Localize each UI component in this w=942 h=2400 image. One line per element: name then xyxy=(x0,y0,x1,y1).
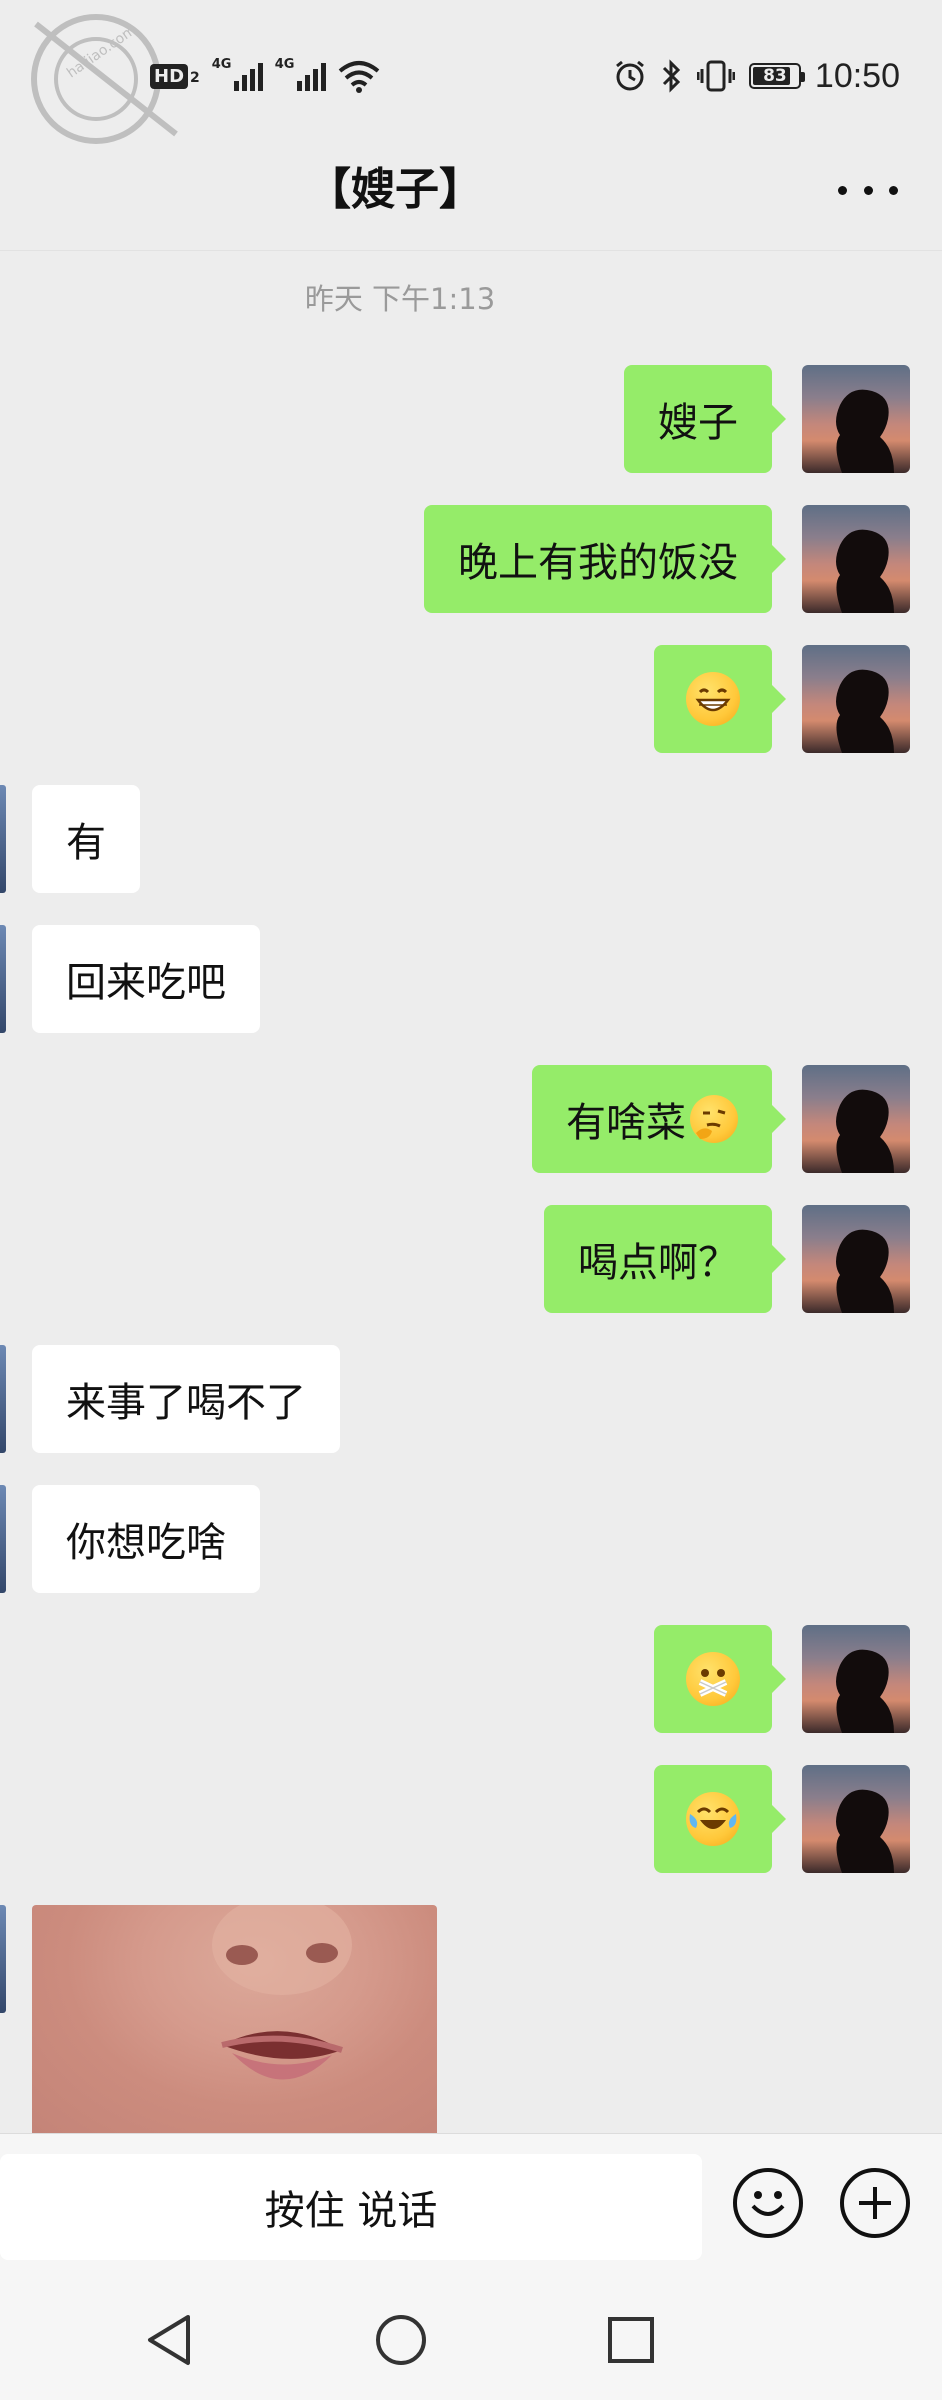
system-nav-bar xyxy=(0,2263,942,2400)
contact-avatar[interactable] xyxy=(0,1345,6,1453)
outgoing-message-bubble[interactable]: 有啥菜 xyxy=(532,1065,786,1173)
contact-avatar[interactable] xyxy=(0,1905,6,2013)
circle-home-icon[interactable] xyxy=(374,2313,428,2367)
chat-header: 【嫂子】 xyxy=(0,150,942,251)
hd-label: HD xyxy=(150,63,189,89)
message-row: 晚上有我的饭没 xyxy=(0,505,942,613)
incoming-message-bubble[interactable]: 你想吃啥 xyxy=(32,1485,260,1593)
zipper-mouth-emoji-icon xyxy=(686,1652,740,1706)
incoming-message-bubble[interactable]: 有 xyxy=(32,785,140,893)
more-dots-icon xyxy=(838,185,847,195)
message-row xyxy=(0,645,942,753)
my-avatar[interactable] xyxy=(802,505,910,613)
message-row: 回来吃吧 xyxy=(0,925,942,1033)
signal-icon-sim1: 4G xyxy=(212,57,263,91)
square-recents-icon[interactable] xyxy=(606,2315,656,2365)
plus-circle-icon[interactable] xyxy=(840,2168,910,2238)
more-options-button[interactable] xyxy=(838,170,898,210)
hold-to-talk-button[interactable]: 按住 说话 xyxy=(0,2154,702,2260)
input-bar: 按住 说话 xyxy=(0,2133,942,2264)
thinking-emoji-icon xyxy=(690,1095,738,1143)
bluetooth-icon xyxy=(662,59,681,93)
message-row: 你想吃啥 xyxy=(0,1485,942,1593)
battery-icon: 83 xyxy=(748,63,805,89)
hd-volte-icon: HD 2 xyxy=(150,63,200,89)
signal-icon-sim2: 4G xyxy=(275,57,326,91)
hd-sub-label: 2 xyxy=(190,69,200,86)
my-avatar[interactable] xyxy=(802,1625,910,1733)
grinning-emoji-icon xyxy=(686,672,740,726)
status-left-icons: HD 2 4G 4G xyxy=(150,56,380,96)
triangle-back-icon[interactable] xyxy=(144,2313,194,2367)
message-row: 有啥菜 xyxy=(0,1065,942,1173)
message-row xyxy=(0,1765,942,1873)
message-row: 喝点啊？ xyxy=(0,1205,942,1313)
outgoing-message-bubble[interactable]: 晚上有我的饭没 xyxy=(424,505,786,613)
status-bar: haijiao.com HD 2 4G 4G 83 10:50 xyxy=(0,0,942,150)
my-avatar[interactable] xyxy=(802,1065,910,1173)
smiley-face-icon[interactable] xyxy=(733,2168,803,2238)
incoming-image-message[interactable] xyxy=(32,1905,437,2133)
chat-title[interactable]: 【嫂子】 xyxy=(0,150,790,230)
wifi-icon xyxy=(338,61,380,93)
laughing-tears-emoji-icon xyxy=(686,1792,740,1846)
contact-avatar[interactable] xyxy=(0,925,6,1033)
contact-avatar[interactable] xyxy=(0,785,6,893)
message-row: 嫂子 xyxy=(0,365,942,473)
network-type-2: 4G xyxy=(274,57,295,72)
outgoing-emoji-bubble[interactable] xyxy=(654,1625,786,1733)
network-type-1: 4G xyxy=(211,57,232,72)
message-row: 有 xyxy=(0,785,942,893)
alarm-icon xyxy=(615,60,644,91)
message-row xyxy=(0,1625,942,1733)
my-avatar[interactable] xyxy=(802,645,910,753)
status-right-icons: 83 10:50 xyxy=(613,56,900,96)
message-text: 有啥菜 xyxy=(566,1100,686,1146)
my-avatar[interactable] xyxy=(802,1765,910,1873)
incoming-message-bubble[interactable]: 回来吃吧 xyxy=(32,925,260,1033)
outgoing-message-bubble[interactable]: 嫂子 xyxy=(624,365,786,473)
outgoing-emoji-bubble[interactable] xyxy=(654,645,786,753)
contact-avatar[interactable] xyxy=(0,1485,6,1593)
battery-percent: 83 xyxy=(763,66,787,86)
outgoing-emoji-bubble[interactable] xyxy=(654,1765,786,1873)
my-avatar[interactable] xyxy=(802,365,910,473)
incoming-message-bubble[interactable]: 来事了喝不了 xyxy=(32,1345,340,1453)
message-row: 来事了喝不了 xyxy=(0,1345,942,1453)
message-timestamp: 昨天 下午1:13 xyxy=(304,282,496,316)
my-avatar[interactable] xyxy=(802,1205,910,1313)
status-time: 10:50 xyxy=(814,56,900,95)
vibrate-icon xyxy=(696,60,735,92)
outgoing-message-bubble[interactable]: 喝点啊？ xyxy=(544,1205,786,1313)
